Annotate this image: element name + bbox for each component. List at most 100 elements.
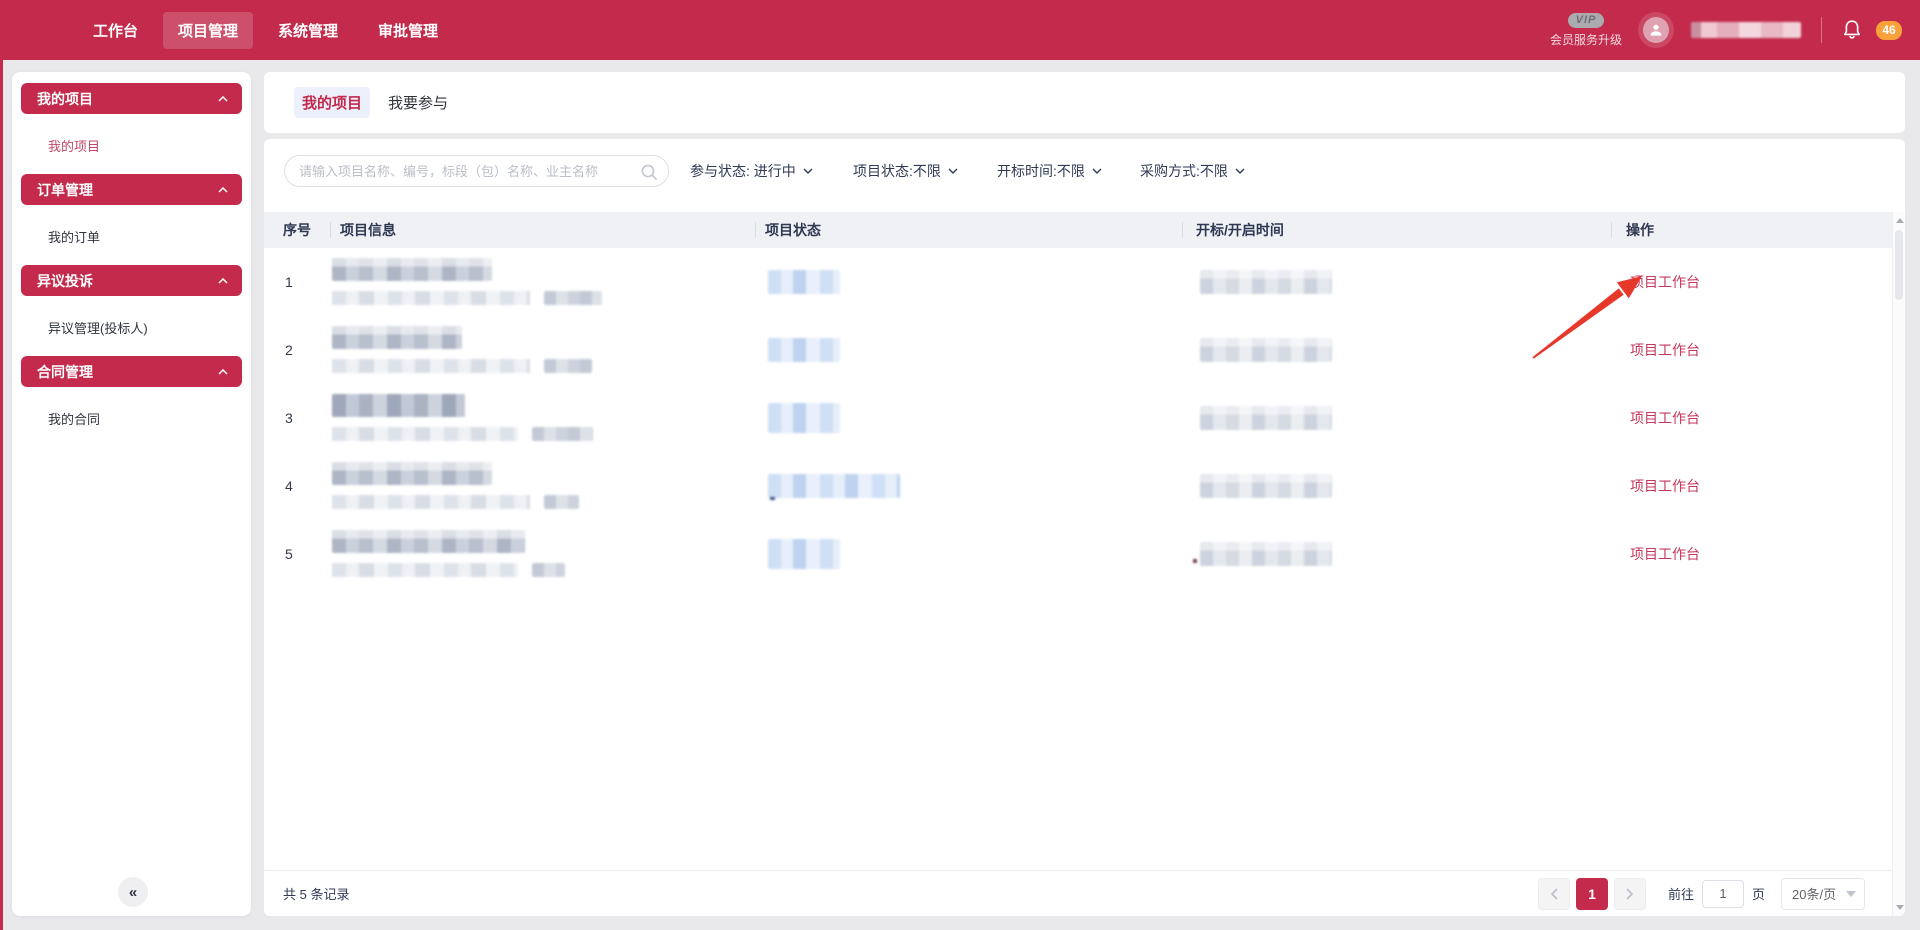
search-input[interactable] — [285, 156, 668, 186]
row-index: 4 — [285, 478, 293, 494]
table-row: 5 项目工作台 — [264, 520, 1892, 588]
project-info-redacted — [332, 530, 565, 577]
row-index: 2 — [285, 342, 293, 358]
tab-my-projects[interactable]: 我的项目 — [294, 87, 370, 118]
table-scrollbar[interactable] — [1892, 212, 1905, 916]
redacted-project-detail — [532, 427, 593, 441]
project-workbench-link[interactable]: 项目工作台 — [1630, 544, 1700, 564]
table-row: 3 项目工作台 — [264, 384, 1892, 452]
sidebar-item-my-projects[interactable]: 我的项目 — [12, 114, 251, 174]
vip-badge: VIP — [1568, 13, 1605, 28]
sidebar-section-title: 订单管理 — [37, 180, 93, 200]
redacted-open-time — [1200, 542, 1332, 566]
user-avatar[interactable] — [1643, 17, 1669, 43]
project-workbench-link[interactable]: 项目工作台 — [1630, 476, 1700, 496]
nav-item-project-management[interactable]: 项目管理 — [163, 12, 253, 49]
sidebar-section-my-projects[interactable]: 我的项目 — [21, 83, 242, 114]
project-workbench-link[interactable]: 项目工作台 — [1630, 408, 1700, 428]
redacted-project-detail — [332, 563, 518, 577]
caret-up-icon — [218, 369, 228, 375]
vip-upgrade[interactable]: VIP 会员服务升级 — [1549, 13, 1623, 48]
row-index: 5 — [285, 546, 293, 562]
filter-bid-open-time[interactable]: 开标时间:不限 — [997, 161, 1102, 181]
sidebar: 我的项目 我的项目 订单管理 我的订单 异议投诉 异议管理(投标人) 合同管理 … — [12, 72, 251, 916]
filter-procurement-method[interactable]: 采购方式:不限 — [1140, 161, 1245, 181]
caret-up-icon — [218, 278, 228, 284]
chevron-left-icon — [1550, 888, 1558, 900]
nav-item-approval-management[interactable]: 审批管理 — [363, 12, 453, 49]
filter-label: 参与状态: 进行中 — [690, 161, 796, 181]
redacted-project-detail — [332, 359, 530, 373]
username-redacted[interactable] — [1691, 22, 1801, 38]
nav-menu: 工作台 项目管理 系统管理 审批管理 — [78, 12, 453, 49]
scroll-up-icon[interactable] — [1896, 218, 1904, 223]
sidebar-item-my-orders[interactable]: 我的订单 — [12, 205, 251, 265]
sidebar-section-objection-complaint[interactable]: 异议投诉 — [21, 265, 242, 296]
redacted-project-name — [332, 530, 525, 553]
notification-count-badge[interactable]: 46 — [1876, 21, 1902, 40]
redacted-status-chip — [768, 270, 840, 294]
project-workbench-link[interactable]: 项目工作台 — [1630, 272, 1700, 292]
chevron-down-icon — [1235, 168, 1245, 174]
table-header: 序号 项目信息 项目状态 开标/开启时间 操作 — [264, 212, 1892, 248]
project-workbench-link[interactable]: 项目工作台 — [1630, 340, 1700, 360]
redacted-project-detail — [544, 359, 592, 373]
row-index: 1 — [285, 274, 293, 290]
table-body: 1 项目工作台 2 项目工作台 3 — [264, 248, 1892, 588]
sidebar-item-my-contracts[interactable]: 我的合同 — [12, 387, 251, 447]
goto-page-input[interactable] — [1702, 880, 1744, 908]
scroll-down-icon[interactable] — [1896, 905, 1904, 910]
filter-label: 开标时间:不限 — [997, 161, 1085, 181]
redacted-project-name — [332, 326, 462, 349]
search-box — [284, 155, 669, 187]
prev-page-button[interactable] — [1538, 878, 1570, 910]
search-icon[interactable] — [640, 163, 658, 181]
nav-item-workbench[interactable]: 工作台 — [78, 12, 153, 49]
main-content-card: 参与状态: 进行中 项目状态:不限 开标时间:不限 采购方式:不限 序号 项目信… — [264, 139, 1905, 916]
page-size-select[interactable]: 20条/页 — [1781, 878, 1865, 910]
redacted-status-chip — [768, 539, 840, 569]
column-divider — [1182, 222, 1183, 238]
vip-caption: 会员服务升级 — [1550, 31, 1622, 48]
table-row: 1 项目工作台 — [264, 248, 1892, 316]
column-header-open-time: 开标/开启时间 — [1196, 212, 1284, 248]
column-header-index: 序号 — [283, 212, 311, 248]
column-header-project-info: 项目信息 — [340, 212, 396, 248]
filter-project-status[interactable]: 项目状态:不限 — [853, 161, 958, 181]
sidebar-section-order-management[interactable]: 订单管理 — [21, 174, 242, 205]
project-info-redacted — [332, 394, 593, 441]
record-count: 共 5 条记录 — [283, 884, 349, 903]
chevron-down-icon — [1846, 891, 1856, 897]
scrollbar-thumb[interactable] — [1895, 230, 1903, 300]
chevron-down-icon — [948, 168, 958, 174]
filter-participation-status[interactable]: 参与状态: 进行中 — [690, 161, 813, 181]
nav-item-system-management[interactable]: 系统管理 — [263, 12, 353, 49]
chevron-down-icon — [1092, 168, 1102, 174]
redacted-status-chip — [768, 474, 900, 498]
sidebar-section-title: 合同管理 — [37, 362, 93, 382]
nav-right-cluster: VIP 会员服务升级 46 — [1549, 0, 1902, 60]
theme-left-strip — [0, 0, 3, 930]
current-page-button[interactable]: 1 — [1576, 878, 1608, 910]
redacted-project-name — [332, 394, 465, 417]
sidebar-collapse-button[interactable]: « — [118, 877, 148, 907]
search-row — [284, 155, 669, 187]
page-size-value: 20条/页 — [1792, 884, 1836, 903]
project-info-redacted — [332, 258, 602, 305]
project-info-redacted — [332, 326, 592, 373]
sidebar-section-title: 异议投诉 — [37, 271, 93, 291]
page-unit-label: 页 — [1752, 884, 1765, 903]
sidebar-item-objection-management[interactable]: 异议管理(投标人) — [12, 296, 251, 356]
tab-bar-card: 我的项目 我要参与 — [264, 72, 1905, 133]
column-divider — [755, 222, 756, 238]
pagination: 1 前往 页 20条/页 — [1538, 878, 1865, 910]
next-page-button[interactable] — [1614, 878, 1646, 910]
tab-want-to-participate[interactable]: 我要参与 — [388, 92, 448, 113]
redacted-project-detail — [544, 495, 579, 509]
redacted-open-time — [1200, 406, 1332, 430]
table-row: 4 项目工作台 — [264, 452, 1892, 520]
bell-icon[interactable] — [1842, 19, 1862, 41]
redacted-open-time — [1200, 338, 1332, 362]
redacted-project-detail — [332, 291, 530, 305]
sidebar-section-contract-management[interactable]: 合同管理 — [21, 356, 242, 387]
